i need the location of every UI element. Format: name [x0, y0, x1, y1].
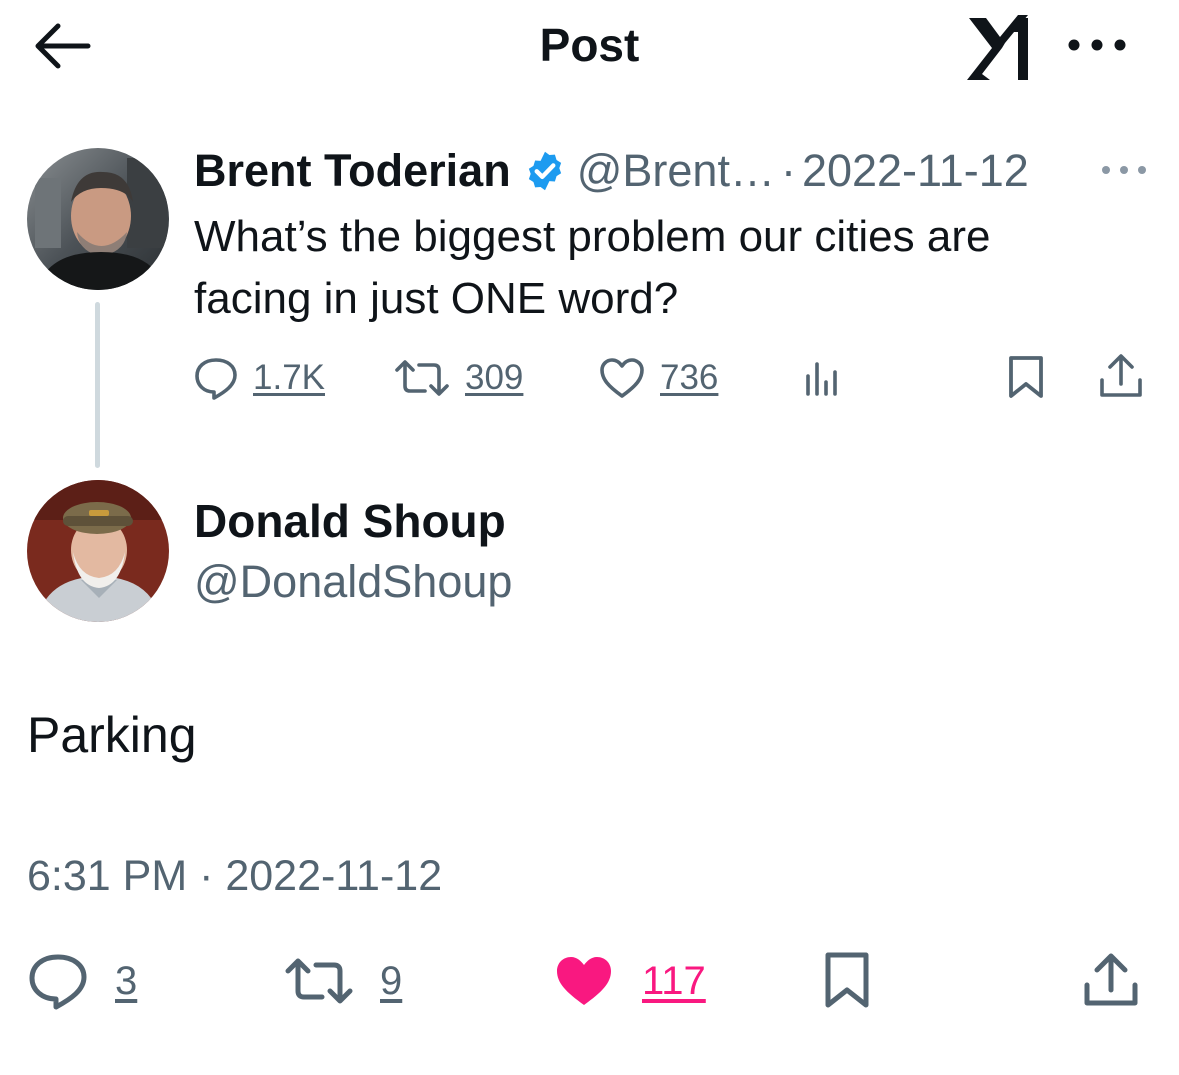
- like-button[interactable]: 117: [554, 948, 706, 1014]
- avatar[interactable]: [27, 480, 169, 622]
- author-name[interactable]: Donald Shoup: [194, 494, 506, 548]
- heart-filled-icon: [557, 957, 611, 1005]
- repost-icon: [285, 958, 353, 1004]
- share-icon: [1100, 354, 1142, 397]
- reply-icon: [195, 358, 237, 400]
- avatar-photo: [27, 480, 169, 622]
- author-name[interactable]: Brent Toderian: [194, 145, 511, 197]
- bookmark-icon: [1009, 356, 1043, 398]
- post-more-button[interactable]: [1100, 160, 1148, 180]
- reply-button[interactable]: 3: [27, 948, 137, 1014]
- repost-button[interactable]: 9: [284, 948, 402, 1014]
- post-date[interactable]: 2022-11-12: [802, 145, 1029, 197]
- share-icon: [1084, 953, 1138, 1006]
- more-horizontal-icon: [1068, 39, 1126, 51]
- verified-badge-icon: [528, 151, 561, 191]
- bookmark-icon: [825, 952, 869, 1008]
- reply-icon: [29, 954, 87, 1010]
- x-logo-button[interactable]: [962, 10, 1034, 82]
- avatar-photo: [27, 148, 169, 290]
- views-chart-icon: [806, 362, 837, 396]
- author-handle[interactable]: @DonaldShoup: [194, 556, 512, 608]
- repost-button[interactable]: 309: [393, 354, 523, 402]
- views-button[interactable]: [800, 354, 846, 402]
- post-text: What’s the biggest problem our cities ar…: [194, 212, 991, 323]
- reply-button[interactable]: 1.7K: [193, 354, 325, 402]
- like-count: 117: [642, 958, 706, 1003]
- post-timestamp[interactable]: 6:31 PM · 2022-11-12: [27, 852, 442, 901]
- like-count: 736: [660, 358, 719, 397]
- reply-count: 1.7K: [253, 358, 325, 397]
- author-handle[interactable]: @Brent…: [577, 145, 775, 197]
- repost-count: 9: [380, 958, 403, 1003]
- reply-count: 3: [115, 958, 138, 1003]
- more-horizontal-icon: [1102, 166, 1146, 174]
- share-button[interactable]: [1082, 952, 1140, 1008]
- post-header: Brent Toderian @Brent… · 2022-11-12: [194, 142, 1029, 200]
- more-options-button[interactable]: [1066, 34, 1128, 56]
- heart-icon: [600, 358, 644, 398]
- bookmark-button[interactable]: [822, 950, 872, 1010]
- like-button[interactable]: 736: [598, 354, 718, 402]
- x-logo-icon: [967, 15, 1028, 80]
- share-button[interactable]: [1098, 352, 1144, 400]
- thread-connector: [95, 302, 100, 468]
- repost-count: 309: [465, 358, 524, 397]
- avatar[interactable]: [27, 148, 169, 290]
- bookmark-button[interactable]: [1006, 354, 1046, 400]
- post-text: Parking: [27, 707, 197, 763]
- repost-icon: [395, 360, 449, 396]
- separator-dot: ·: [780, 145, 796, 196]
